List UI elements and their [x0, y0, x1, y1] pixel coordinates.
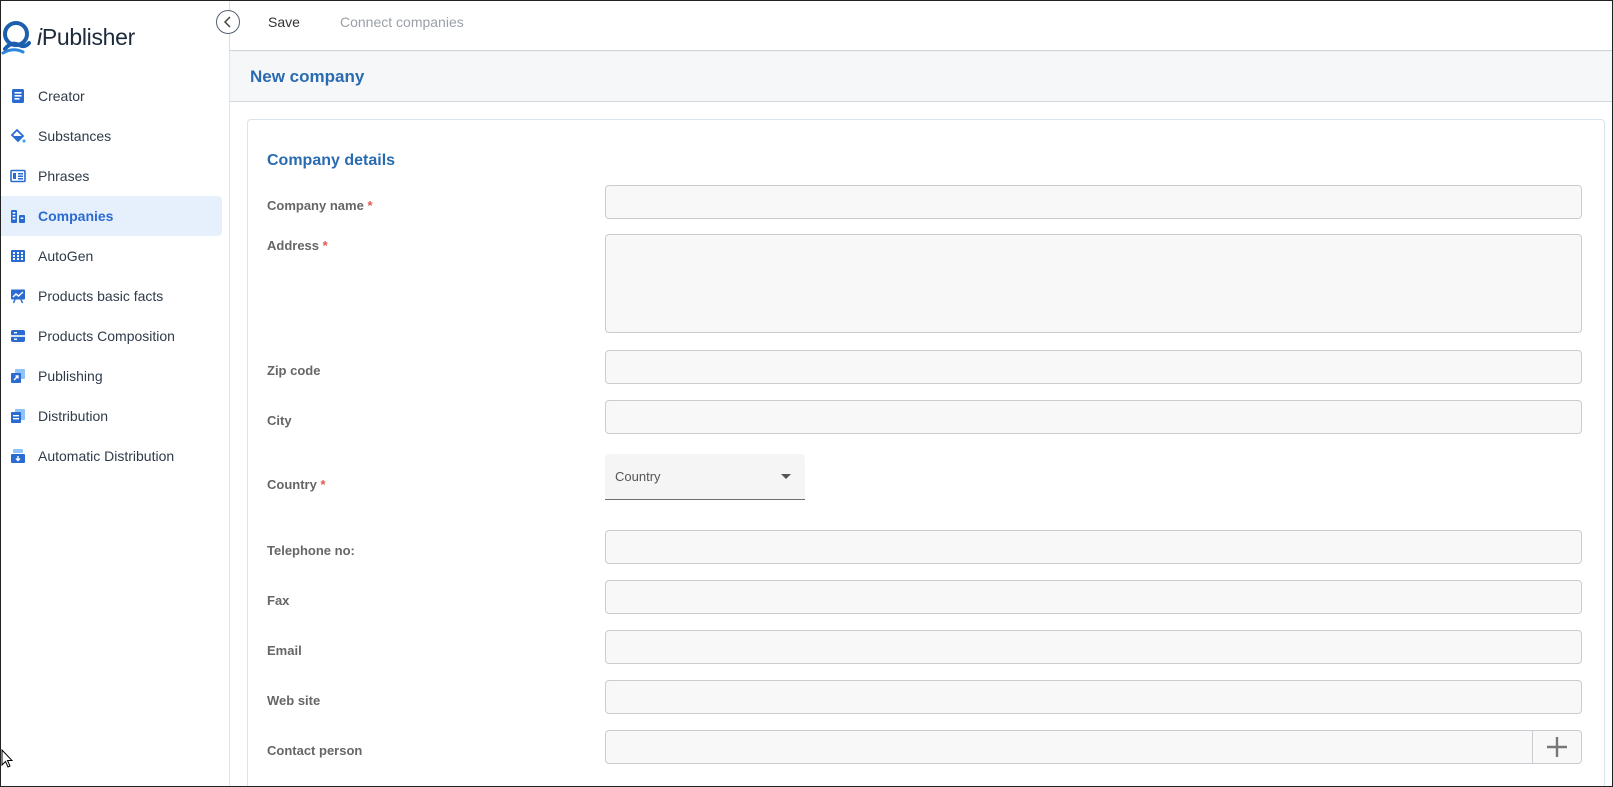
chart-board-icon: [9, 287, 27, 305]
country-label: Country *: [267, 477, 326, 492]
sidebar-item-distribution[interactable]: Distribution: [1, 396, 222, 436]
sidebar-item-phrases[interactable]: Phrases: [1, 156, 222, 196]
country-select[interactable]: Country: [605, 454, 805, 500]
mouse-cursor-icon: [1, 749, 13, 768]
page-header: New company: [230, 52, 1612, 102]
connect-companies-button[interactable]: Connect companies: [340, 14, 464, 30]
company-details-card: Company details Company name * Address *…: [247, 119, 1605, 786]
sidebar: iPublisher Creator Substances Phrases Co…: [1, 1, 230, 786]
company-name-input[interactable]: [605, 185, 1582, 219]
sidebar-item-automatic-distribution[interactable]: Automatic Distribution: [1, 436, 222, 476]
sidebar-nav: Creator Substances Phrases Companies Aut…: [1, 76, 229, 476]
sidebar-item-label: AutoGen: [38, 248, 94, 264]
sidebar-item-substances[interactable]: Substances: [1, 116, 222, 156]
sidebar-item-label: Creator: [38, 88, 85, 104]
required-marker: *: [322, 238, 328, 253]
app-window: iPublisher Creator Substances Phrases Co…: [0, 0, 1613, 787]
plus-icon: [1547, 737, 1567, 757]
fax-label: Fax: [267, 593, 290, 608]
book-icon: [9, 87, 27, 105]
page-title: New company: [250, 67, 365, 86]
address-label: Address *: [267, 238, 328, 253]
address-textarea[interactable]: [605, 234, 1582, 333]
save-button[interactable]: Save: [268, 14, 300, 30]
telephone-label: Telephone no:: [267, 543, 355, 558]
country-select-placeholder: Country: [615, 469, 661, 484]
grid-icon: [9, 247, 27, 265]
dropdown-arrow-icon: [781, 474, 791, 479]
email-label: Email: [267, 643, 302, 658]
sidebar-item-products-composition[interactable]: Products Composition: [1, 316, 222, 356]
fax-input[interactable]: [605, 580, 1582, 614]
zip-code-input[interactable]: [605, 350, 1582, 384]
website-input[interactable]: [605, 680, 1582, 714]
publish-icon: [9, 367, 27, 385]
sidebar-item-autogen[interactable]: AutoGen: [1, 236, 222, 276]
company-name-label: Company name *: [267, 198, 373, 213]
add-contact-button[interactable]: [1532, 730, 1582, 764]
buildings-icon: [9, 207, 27, 225]
collapse-sidebar-button[interactable]: [216, 10, 240, 34]
required-marker: *: [367, 198, 373, 213]
phrases-icon: [9, 167, 27, 185]
sidebar-item-products-basic-facts[interactable]: Products basic facts: [1, 276, 222, 316]
sidebar-item-label: Phrases: [38, 168, 90, 184]
sidebar-item-label: Companies: [38, 208, 114, 224]
email-input[interactable]: [605, 630, 1582, 664]
composition-icon: [9, 327, 27, 345]
sidebar-item-label: Distribution: [38, 408, 109, 424]
app-logo: iPublisher: [1, 17, 135, 57]
required-marker: *: [320, 477, 326, 492]
top-toolbar: Save Connect companies: [230, 1, 1612, 51]
logo-icon: [1, 21, 31, 55]
sidebar-item-label: Substances: [38, 128, 112, 144]
chevron-left-icon: [223, 16, 231, 28]
sidebar-item-label: Automatic Distribution: [38, 448, 175, 464]
sidebar-item-creator[interactable]: Creator: [1, 76, 222, 116]
sidebar-item-companies[interactable]: Companies: [1, 196, 222, 236]
distribution-icon: [9, 407, 27, 425]
contact-person-label: Contact person: [267, 743, 363, 758]
contact-person-input[interactable]: [605, 730, 1533, 764]
sidebar-item-label: Products basic facts: [38, 288, 164, 304]
logo-text: iPublisher: [37, 23, 135, 50]
zip-code-label: Zip code: [267, 363, 321, 378]
paint-bucket-icon: [9, 127, 27, 145]
section-title: Company details: [267, 152, 396, 169]
city-label: City: [267, 413, 292, 428]
telephone-input[interactable]: [605, 530, 1582, 564]
website-label: Web site: [267, 693, 321, 708]
sidebar-item-publishing[interactable]: Publishing: [1, 356, 222, 396]
city-input[interactable]: [605, 400, 1582, 434]
sidebar-item-label: Publishing: [38, 368, 103, 384]
auto-distribution-icon: [9, 447, 27, 465]
sidebar-item-label: Products Composition: [38, 328, 175, 344]
